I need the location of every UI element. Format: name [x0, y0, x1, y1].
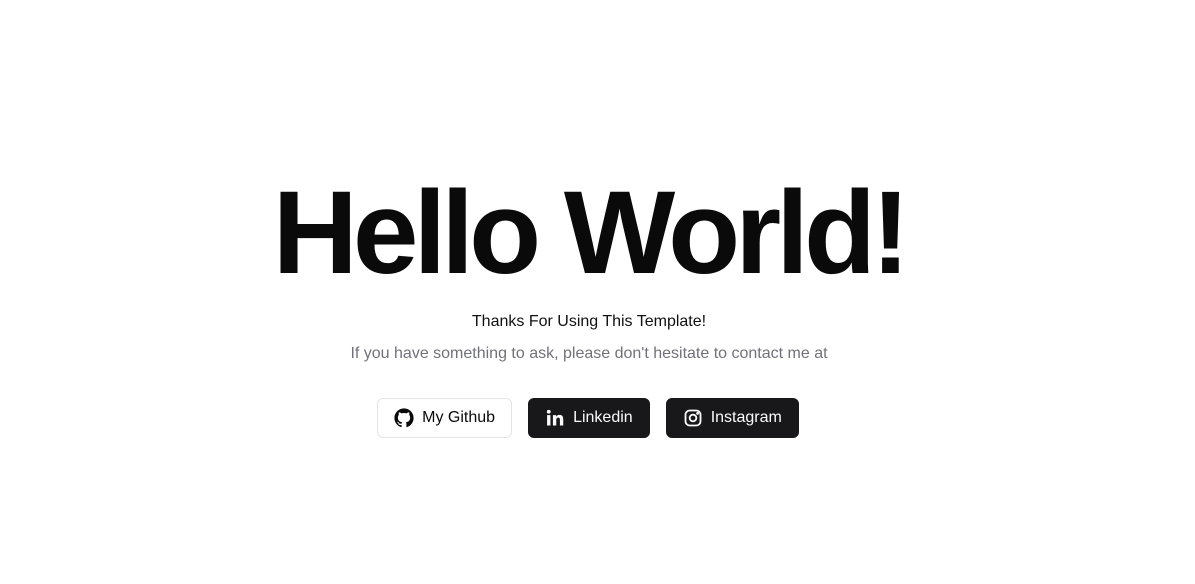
hero-section: Hello World! Thanks For Using This Templ…	[0, 0, 1195, 584]
instagram-button[interactable]: Instagram	[665, 398, 799, 438]
social-buttons: My Github Linkedin Instagram	[0, 398, 1176, 438]
hero-description: If you have something to ask, please don…	[350, 345, 828, 362]
instagram-button-label: Instagram	[710, 409, 782, 426]
linkedin-button-label: Linkedin	[573, 409, 633, 426]
github-icon	[394, 408, 414, 428]
hero-subtitle: Thanks For Using This Template!	[471, 313, 707, 330]
instagram-icon	[683, 408, 703, 428]
github-button-label: My Github	[422, 409, 496, 426]
linkedin-button[interactable]: Linkedin	[528, 398, 650, 438]
github-button[interactable]: My Github	[377, 398, 513, 438]
page-title: Hello World!	[272, 167, 911, 299]
linkedin-icon	[545, 408, 565, 428]
